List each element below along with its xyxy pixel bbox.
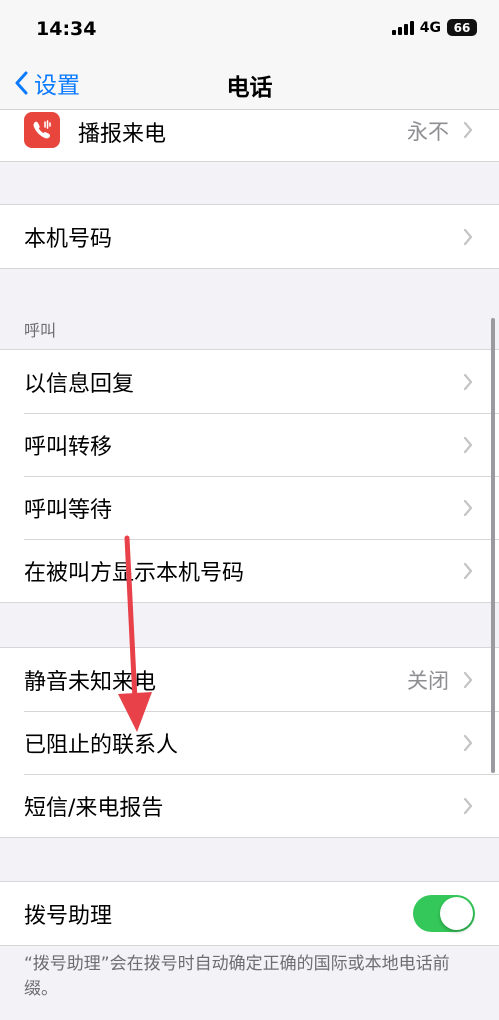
sms-call-reporting-row[interactable]: 短信/来电报告 <box>0 774 499 837</box>
chevron-right-icon <box>463 373 473 390</box>
announce-calls-value: 永不 <box>407 120 449 144</box>
chevron-right-icon <box>463 562 473 579</box>
show-caller-id-row[interactable]: 在被叫方显示本机号码 <box>0 539 499 602</box>
status-time: 14:34 <box>36 18 97 40</box>
cellular-signal-icon <box>391 20 414 35</box>
chevron-right-icon <box>463 436 473 453</box>
sms-call-reporting-label: 短信/来电报告 <box>24 795 164 821</box>
toggle-knob <box>440 897 473 930</box>
call-waiting-label: 呼叫等待 <box>24 497 113 523</box>
blocked-contacts-row[interactable]: 已阻止的联系人 <box>0 711 499 774</box>
dial-assist-toggle[interactable] <box>413 895 475 932</box>
my-number-label: 本机号码 <box>24 226 113 252</box>
call-forwarding-label: 呼叫转移 <box>24 434 113 460</box>
my-number-row[interactable]: 本机号码 <box>0 205 499 268</box>
status-bar: 14:34 4G 66 <box>0 0 499 58</box>
dial-assist-label: 拨号助理 <box>24 903 113 929</box>
call-forwarding-row[interactable]: 呼叫转移 <box>0 413 499 476</box>
respond-with-text-row[interactable]: 以信息回复 <box>0 350 499 413</box>
dial-assist-group: 拨号助理 <box>0 881 499 946</box>
announce-calls-row[interactable]: 播报来电 永不 <box>0 110 499 160</box>
silence-unknown-label: 静音未知来电 <box>24 669 157 695</box>
chevron-right-icon <box>463 121 473 139</box>
announce-group: 播报来电 永不 <box>0 110 499 162</box>
show-caller-id-label: 在被叫方显示本机号码 <box>24 560 245 586</box>
chevron-right-icon <box>463 671 473 688</box>
status-indicators: 4G 66 <box>391 19 477 36</box>
chevron-right-icon <box>463 228 473 245</box>
dial-assist-note: “拨号助理”会在拨号时自动确定正确的国际或本地电话前缀。 <box>24 954 450 999</box>
announce-calls-label: 播报来电 <box>78 122 167 147</box>
chevron-right-icon <box>463 734 473 751</box>
section-header-calls: 呼叫 <box>24 321 57 340</box>
blocked-contacts-label: 已阻止的联系人 <box>24 732 179 758</box>
battery-icon: 66 <box>447 19 477 36</box>
my-number-group: 本机号码 <box>0 204 499 269</box>
network-type: 4G <box>419 19 441 36</box>
phone-sound-icon <box>24 112 60 148</box>
chevron-right-icon <box>463 499 473 516</box>
silence-unknown-value: 关闭 <box>407 668 449 693</box>
silence-unknown-row[interactable]: 静音未知来电 关闭 <box>0 648 499 711</box>
navigation-bar: 设置 电话 <box>0 58 499 110</box>
chevron-right-icon <box>463 797 473 814</box>
dial-assist-row: 拨号助理 <box>0 882 499 945</box>
respond-with-text-label: 以信息回复 <box>24 371 135 397</box>
calls-group: 以信息回复 呼叫转移 呼叫等待 在被叫方显示本机号码 <box>0 349 499 603</box>
call-waiting-row[interactable]: 呼叫等待 <box>0 476 499 539</box>
blocking-group: 静音未知来电 关闭 已阻止的联系人 短信/来电报告 <box>0 647 499 838</box>
page-title: 电话 <box>226 75 273 101</box>
scrollbar[interactable] <box>491 318 495 773</box>
